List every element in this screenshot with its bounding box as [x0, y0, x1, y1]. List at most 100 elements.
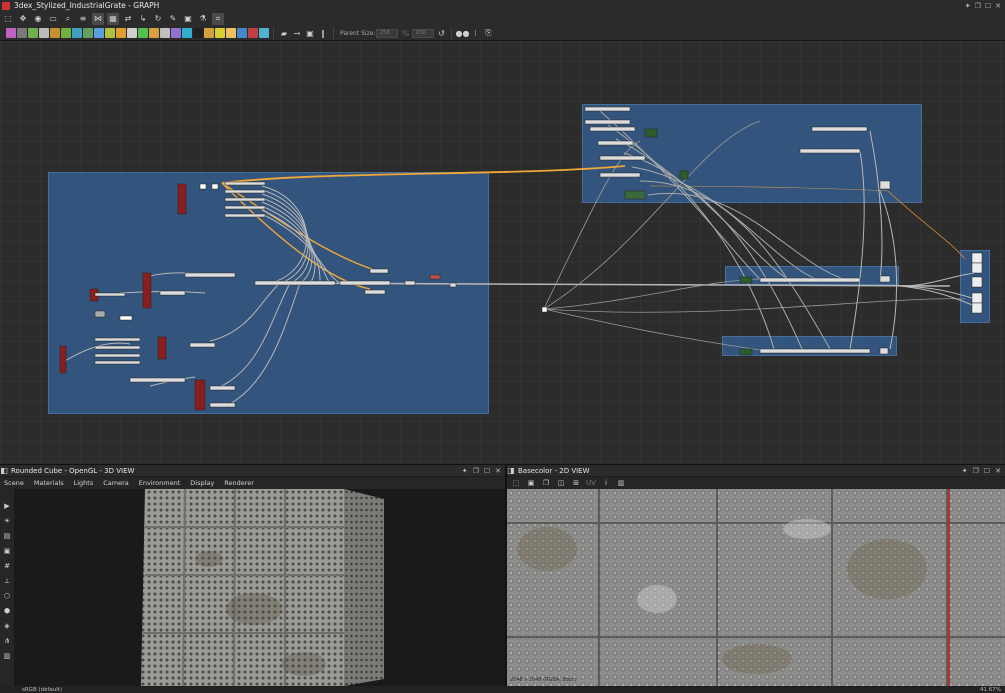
panel-divider[interactable] [505, 464, 507, 693]
link-size-icon[interactable]: % [399, 27, 411, 39]
graph-node[interactable] [94, 292, 126, 297]
node-library-button[interactable] [138, 28, 148, 38]
graph-node[interactable] [177, 183, 187, 215]
menu-camera[interactable]: Camera [103, 479, 129, 487]
node-library-button[interactable] [116, 28, 126, 38]
pan-icon[interactable]: ✥ [17, 13, 29, 25]
pin-icon[interactable]: ✦ [462, 467, 468, 475]
graph-node[interactable] [339, 280, 391, 286]
graph-node[interactable] [971, 276, 983, 288]
pin-icon[interactable]: ✦ [965, 2, 971, 10]
chart-icon[interactable]: ▥ [2, 651, 12, 661]
graph-node[interactable] [224, 181, 266, 186]
graph-canvas[interactable] [0, 41, 1005, 464]
graph-node[interactable] [254, 280, 336, 286]
graph-node[interactable] [624, 190, 646, 200]
histogram-icon[interactable]: ▥ [616, 478, 626, 488]
graph-node[interactable] [799, 148, 861, 154]
graph-node[interactable] [679, 170, 689, 180]
graph-node[interactable] [189, 342, 216, 348]
restore-icon[interactable]: ❐ [975, 2, 981, 10]
axis-icon[interactable]: ⟂ [2, 576, 12, 586]
menu-renderer[interactable]: Renderer [224, 479, 254, 487]
graph-node[interactable] [759, 348, 871, 354]
layers-icon[interactable]: ◈ [2, 621, 12, 631]
graph-node[interactable] [59, 345, 67, 374]
reset-size-icon[interactable]: ↺ [435, 27, 447, 39]
node-library-button[interactable] [226, 28, 236, 38]
graph-node[interactable] [879, 347, 889, 355]
mesh-icon[interactable]: ⬢ [2, 606, 12, 616]
parent-size-height[interactable]: 256 [412, 28, 435, 38]
node-library-button[interactable] [193, 28, 203, 38]
graph-node[interactable] [224, 197, 266, 202]
menu-materials[interactable]: Materials [34, 479, 64, 487]
graph-node[interactable] [541, 306, 548, 313]
viewport-3d[interactable] [14, 489, 505, 686]
grid-icon[interactable]: ▦ [107, 12, 119, 25]
layout-icon[interactable]: ≡ [77, 13, 89, 25]
frame-add-icon[interactable]: ▣ [182, 13, 194, 25]
node-library-button[interactable] [127, 28, 137, 38]
node-library-button[interactable] [204, 28, 214, 38]
graph-node[interactable] [94, 360, 141, 365]
graph-node[interactable] [589, 126, 636, 132]
graph-node[interactable] [94, 337, 141, 342]
graph-node[interactable] [584, 106, 631, 112]
restore-icon[interactable]: ❐ [473, 467, 479, 475]
node-library-button[interactable] [171, 28, 181, 38]
wire-icon[interactable]: ↳ [137, 13, 149, 25]
parent-size-width[interactable]: 256 [376, 28, 399, 38]
menu-lights[interactable]: Lights [74, 479, 94, 487]
graph-node[interactable] [599, 155, 646, 161]
node-library-button[interactable] [149, 28, 159, 38]
fit-icon[interactable]: ⬚ [511, 478, 521, 488]
channel-icon[interactable]: ◫ [556, 478, 566, 488]
node-library-button[interactable] [259, 28, 269, 38]
node-library-button[interactable] [72, 28, 82, 38]
screen-icon[interactable]: ▣ [2, 546, 12, 556]
graph-node[interactable] [369, 268, 389, 274]
node-library-button[interactable] [215, 28, 225, 38]
save-icon[interactable]: ▣ [526, 478, 536, 488]
graph-node[interactable] [194, 379, 206, 411]
graph-node[interactable] [739, 276, 753, 284]
bullets-icon[interactable]: ●● [455, 27, 469, 39]
graph-node[interactable] [224, 205, 266, 210]
video-icon[interactable]: ▶ [2, 501, 12, 511]
uv-icon[interactable]: UV [586, 478, 596, 488]
comment-icon[interactable]: ▰ [278, 27, 290, 39]
node-library-button[interactable] [28, 28, 38, 38]
node-library-button[interactable] [39, 28, 49, 38]
graph-node[interactable] [211, 183, 219, 190]
close-icon[interactable]: ✕ [995, 467, 1001, 475]
graph-node[interactable] [584, 119, 631, 125]
colorspace-select[interactable]: sRGB (default) [22, 687, 62, 693]
select-icon[interactable]: ⬚ [2, 13, 14, 25]
graph-node[interactable] [597, 140, 634, 146]
camera-icon[interactable]: ◉ [32, 13, 44, 25]
graph-node[interactable] [971, 262, 983, 274]
info-icon[interactable]: i [601, 478, 611, 488]
graph-node[interactable] [94, 345, 141, 350]
graph-node[interactable] [644, 128, 658, 138]
node-library-button[interactable] [182, 28, 192, 38]
graph-node[interactable] [404, 280, 416, 286]
graph-node[interactable] [224, 213, 266, 218]
graph-node[interactable] [199, 183, 207, 190]
graph-node[interactable] [971, 302, 983, 314]
graph-node[interactable] [971, 252, 983, 264]
graph-node[interactable] [224, 189, 266, 194]
viewport-2d[interactable]: 2048 x 2048 (RGBA, 8bpc) [507, 489, 1005, 686]
graph-node[interactable] [759, 277, 861, 283]
graph-node[interactable] [129, 377, 186, 383]
graph-node[interactable] [971, 292, 983, 304]
graph-node[interactable] [94, 353, 141, 358]
menu-environment[interactable]: Environment [139, 479, 181, 487]
node-library-button[interactable] [61, 28, 71, 38]
graph-node[interactable] [429, 274, 441, 280]
input-icon[interactable]: ⊸ [291, 27, 303, 39]
light-icon[interactable]: ☀ [2, 516, 12, 526]
pin-icon[interactable]: ✦ [962, 467, 968, 475]
zoom-level[interactable]: 41.67% [980, 687, 1001, 693]
